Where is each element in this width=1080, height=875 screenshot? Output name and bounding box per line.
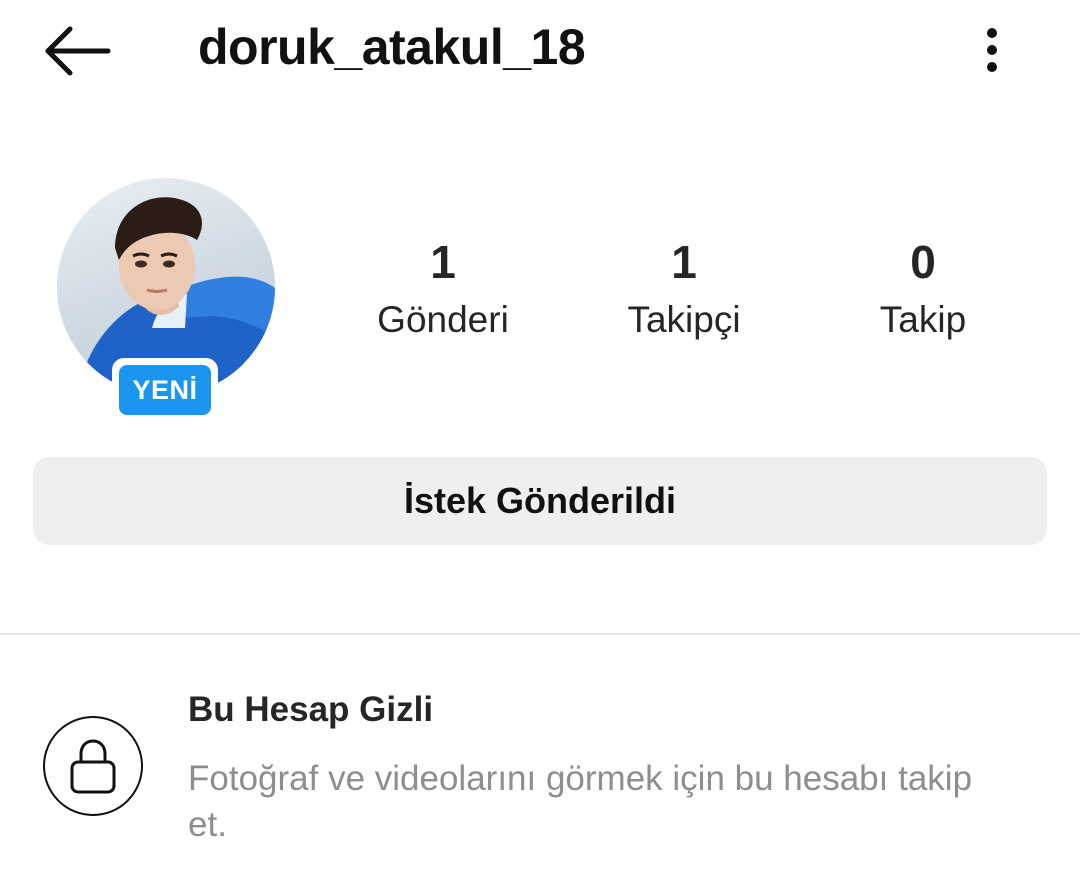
private-account-description: Fotoğraf ve videolarını görmek için bu h… [188,759,973,844]
stat-label: Takipçi [627,299,741,340]
more-options-button[interactable] [972,22,1012,78]
stat-posts[interactable]: 1 Gönderi [343,232,543,350]
top-bar: doruk_atakul_18 [0,0,1080,100]
stat-value: 1 [671,236,697,288]
lock-icon [70,739,116,794]
new-badge: YENİ [112,358,218,422]
profile-page: doruk_atakul_18 YENİ 1 Gönderi 1 Takipçi… [0,0,1080,875]
request-sent-button[interactable]: İstek Gönderildi [33,457,1047,545]
stat-following[interactable]: 0 Takip [823,232,1023,350]
stat-value: 1 [430,236,456,288]
profile-username: doruk_atakul_18 [198,19,586,75]
arrow-left-icon [45,26,111,76]
divider [0,633,1080,635]
new-badge-label: YENİ [119,365,211,415]
lock-badge [43,716,143,816]
vertical-dots-icon-dot [987,62,997,72]
private-account-title: Bu Hesap Gizli [188,690,434,729]
stat-followers[interactable]: 1 Takipçi [584,232,784,350]
vertical-dots-icon-dot [987,45,997,55]
stat-label: Takip [879,299,967,340]
vertical-dots-icon [987,28,997,38]
stat-value: 0 [910,236,936,288]
back-button[interactable] [40,22,114,80]
stat-label: Gönderi [377,299,509,340]
